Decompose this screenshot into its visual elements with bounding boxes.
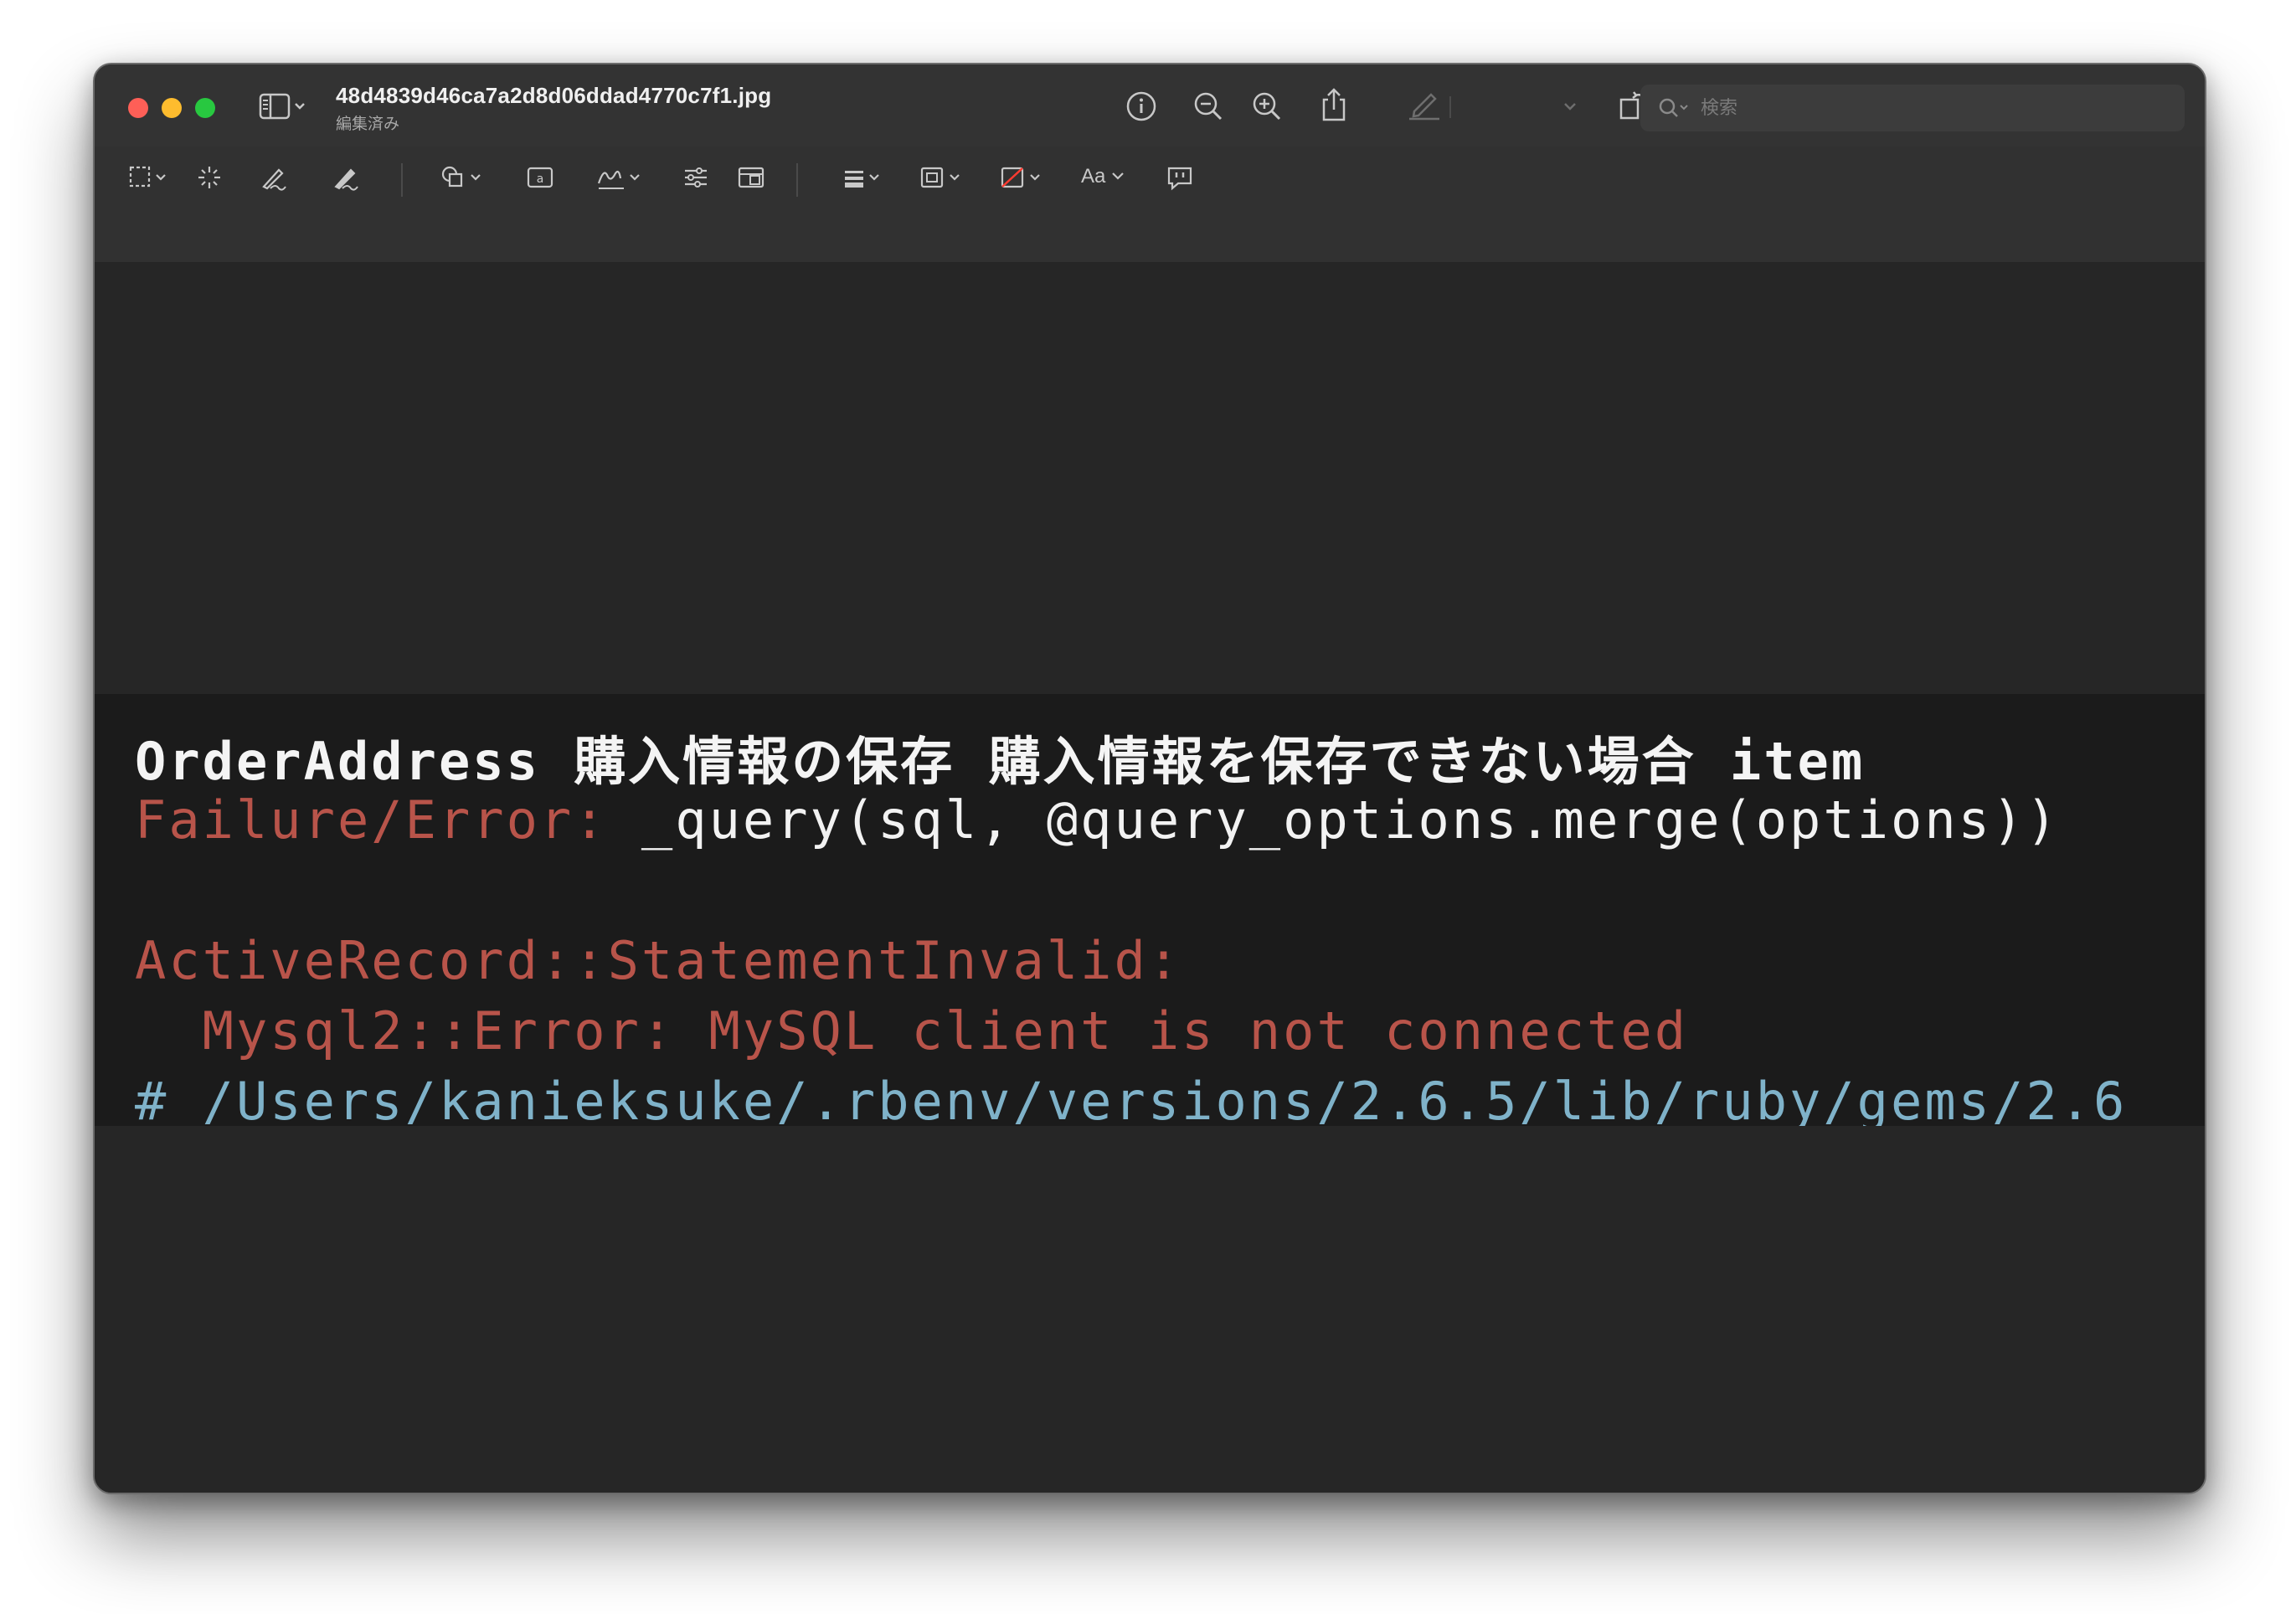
failure-label: Failure/Error: bbox=[135, 789, 641, 851]
border-color-button[interactable] bbox=[919, 163, 969, 192]
failure-line: Failure/Error: _query(sql, @query_option… bbox=[135, 789, 2060, 851]
draw-button[interactable] bbox=[331, 163, 361, 192]
zoom-in-button[interactable] bbox=[1250, 90, 1284, 123]
fill-color-icon bbox=[1001, 167, 1040, 188]
adjust-size-icon bbox=[738, 167, 764, 188]
shape-style-button[interactable] bbox=[840, 163, 890, 192]
sidebar-toggle-button[interactable] bbox=[259, 91, 307, 121]
share-button[interactable] bbox=[1317, 86, 1351, 123]
document-title: 48d4839d46ca7a2d8d06ddad4770c7f1.jpg bbox=[336, 83, 772, 108]
info-icon bbox=[1126, 91, 1156, 121]
selection-icon bbox=[129, 166, 166, 188]
highlight-options-button[interactable] bbox=[1562, 101, 1578, 113]
chevron-down-icon bbox=[1112, 172, 1125, 180]
sketch-button[interactable] bbox=[259, 163, 289, 192]
close-button[interactable] bbox=[128, 98, 148, 118]
info-button[interactable] bbox=[1125, 90, 1158, 123]
instant-alpha-icon bbox=[198, 167, 220, 188]
svg-text:a: a bbox=[537, 172, 544, 186]
chevron-down-icon bbox=[1564, 103, 1576, 111]
instant-alpha-button[interactable] bbox=[195, 163, 224, 192]
text-style-button[interactable]: Aa bbox=[1081, 165, 1127, 188]
search-field[interactable] bbox=[1640, 85, 2185, 131]
fill-color-button[interactable] bbox=[999, 163, 1049, 192]
shapes-button[interactable] bbox=[440, 163, 490, 192]
adjust-color-button[interactable] bbox=[681, 163, 711, 192]
text-box-button[interactable]: a bbox=[525, 163, 555, 192]
preview-window: 48d4839d46ca7a2d8d06ddad4770c7f1.jpg 編集済… bbox=[93, 63, 2206, 1494]
markup-toolbar: a Aa bbox=[95, 146, 2205, 264]
zoom-button[interactable] bbox=[195, 98, 215, 118]
border-color-icon bbox=[920, 167, 960, 188]
sign-button[interactable] bbox=[595, 163, 647, 192]
shape-style-icon bbox=[845, 171, 879, 188]
document-image: OrderAddress 購入情報の保存 購入情報を保存できない場合 item … bbox=[95, 694, 2205, 1126]
minimize-button[interactable] bbox=[162, 98, 182, 118]
selection-tool-button[interactable] bbox=[128, 163, 175, 192]
annotate-button[interactable] bbox=[1165, 163, 1195, 192]
text-box-icon: a bbox=[527, 167, 553, 188]
test-description-line: OrderAddress 購入情報の保存 購入情報を保存できない場合 item bbox=[135, 731, 1866, 792]
shapes-icon bbox=[441, 166, 481, 188]
zoom-in-icon bbox=[1253, 92, 1281, 121]
document-canvas: OrderAddress 購入情報の保存 購入情報を保存できない場合 item … bbox=[95, 262, 2205, 1493]
title-bar: 48d4839d46ca7a2d8d06ddad4770c7f1.jpg 編集済… bbox=[95, 64, 2205, 146]
backtrace-line: # /Users/kanieksuke/.rbenv/versions/2.6.… bbox=[135, 1071, 2128, 1126]
exception-message-line: Mysql2::Error: MySQL client is not conne… bbox=[135, 1000, 1689, 1061]
adjust-size-button[interactable] bbox=[736, 163, 766, 192]
exception-class-line: ActiveRecord::StatementInvalid: bbox=[135, 930, 1182, 991]
sketch-icon bbox=[262, 168, 286, 191]
search-input[interactable] bbox=[1699, 96, 2171, 120]
annotate-icon bbox=[1167, 167, 1192, 191]
zoom-out-icon bbox=[1194, 92, 1223, 121]
share-icon bbox=[1322, 88, 1346, 121]
toolbar-divider bbox=[1449, 96, 1451, 118]
sidebar-icon bbox=[259, 93, 305, 120]
zoom-out-button[interactable] bbox=[1192, 90, 1225, 123]
draw-icon bbox=[334, 168, 358, 191]
adjust-color-icon bbox=[685, 167, 707, 188]
highlight-pen-icon bbox=[1409, 93, 1439, 121]
toolbar-divider bbox=[401, 163, 403, 197]
search-icon bbox=[1657, 96, 1691, 120]
toolbar-divider bbox=[796, 163, 798, 197]
sign-icon bbox=[597, 170, 640, 189]
failure-code: _query(sql, @query_options.merge(options… bbox=[641, 789, 2060, 851]
text-style-label: Aa bbox=[1081, 165, 1106, 188]
document-status: 編集済み bbox=[336, 116, 400, 133]
highlight-button[interactable] bbox=[1406, 88, 1443, 121]
